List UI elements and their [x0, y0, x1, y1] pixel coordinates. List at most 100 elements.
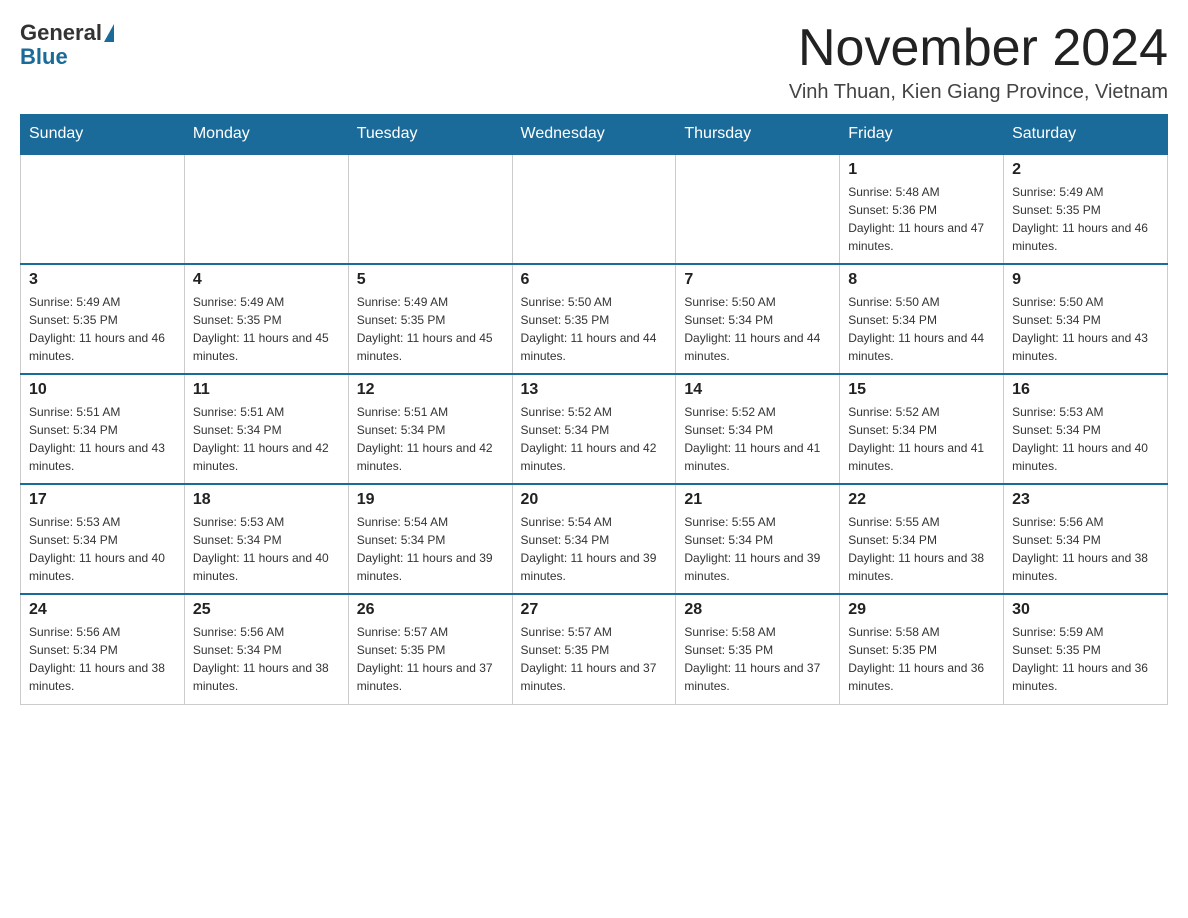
calendar-cell: 29Sunrise: 5:58 AM Sunset: 5:35 PM Dayli…	[840, 594, 1004, 704]
day-info: Sunrise: 5:50 AM Sunset: 5:34 PM Dayligh…	[684, 293, 831, 365]
column-header-sunday: Sunday	[21, 115, 185, 155]
day-info: Sunrise: 5:54 AM Sunset: 5:34 PM Dayligh…	[357, 513, 504, 585]
day-number: 14	[684, 381, 831, 399]
day-number: 12	[357, 381, 504, 399]
calendar-cell: 6 Sunrise: 5:50 AM Sunset: 5:35 PM Daylig…	[512, 264, 676, 374]
calendar-header-row: SundayMondayTuesdayWednesdayThursdayFrid…	[21, 115, 1168, 155]
calendar-table: SundayMondayTuesdayWednesdayThursdayFrid…	[20, 114, 1168, 705]
day-number: 4	[193, 271, 340, 289]
logo: General Blue	[20, 20, 116, 70]
calendar-cell: 10Sunrise: 5:51 AM Sunset: 5:34 PM Dayli…	[21, 374, 185, 484]
day-number: 24	[29, 601, 176, 619]
page-header: General Blue November 2024 Vinh Thuan, K…	[20, 20, 1168, 104]
day-number: 9	[1012, 271, 1159, 289]
calendar-week-3: 10 Sunrise: 5:51 AM Sunset: 5:34 PM Dayli…	[21, 374, 1168, 484]
day-number: 6	[521, 271, 668, 289]
calendar-cell	[676, 154, 840, 264]
day-info: Sunrise: 5:48 AM Sunset: 5:36 PM Dayligh…	[848, 183, 995, 255]
day-number: 7	[684, 271, 831, 289]
calendar-cell: 26 Sunrise: 5:57 AM Sunset: 5:35 PM Dayli…	[348, 594, 512, 704]
calendar-cell: 22 Sunrise: 5:55 AM Sunset: 5:34 PM Dayli…	[840, 484, 1004, 594]
calendar-week-2: 3Sunrise: 5:49 AM Sunset: 5:35 PM Daylig…	[21, 264, 1168, 374]
day-number: 2	[1012, 161, 1159, 179]
day-info: Sunrise: 5:56 AM Sunset: 5:34 PM Dayligh…	[1012, 513, 1159, 585]
day-info: Sunrise: 5:49 AM Sunset: 5:35 PM Dayligh…	[357, 293, 504, 365]
day-number: 18	[193, 491, 340, 509]
day-number: 22	[848, 491, 995, 509]
day-info: Sunrise: 5:50 AM Sunset: 5:34 PM Dayligh…	[848, 293, 995, 365]
calendar-cell: 28 Sunrise: 5:58 AM Sunset: 5:35 PM Dayli…	[676, 594, 840, 704]
calendar-cell: 19 Sunrise: 5:54 AM Sunset: 5:34 PM Dayli…	[348, 484, 512, 594]
day-number: 27	[521, 601, 668, 619]
day-info: Sunrise: 5:52 AM Sunset: 5:34 PM Dayligh…	[684, 403, 831, 475]
day-info: Sunrise: 5:58 AM Sunset: 5:35 PM Dayligh…	[684, 623, 831, 695]
calendar-cell: 7 Sunrise: 5:50 AM Sunset: 5:34 PM Daylig…	[676, 264, 840, 374]
logo-triangle-icon	[104, 24, 114, 42]
column-header-thursday: Thursday	[676, 115, 840, 155]
day-number: 10	[29, 381, 176, 399]
day-number: 13	[521, 381, 668, 399]
column-header-wednesday: Wednesday	[512, 115, 676, 155]
day-number: 15	[848, 381, 995, 399]
calendar-cell: 2 Sunrise: 5:49 AM Sunset: 5:35 PM Daylig…	[1004, 154, 1168, 264]
day-info: Sunrise: 5:50 AM Sunset: 5:34 PM Dayligh…	[1012, 293, 1159, 365]
calendar-week-5: 24 Sunrise: 5:56 AM Sunset: 5:34 PM Dayli…	[21, 594, 1168, 704]
calendar-week-4: 17 Sunrise: 5:53 AM Sunset: 5:34 PM Dayli…	[21, 484, 1168, 594]
day-number: 1	[848, 161, 995, 179]
day-info: Sunrise: 5:56 AM Sunset: 5:34 PM Dayligh…	[29, 623, 176, 695]
day-number: 16	[1012, 381, 1159, 399]
day-info: Sunrise: 5:53 AM Sunset: 5:34 PM Dayligh…	[1012, 403, 1159, 475]
day-number: 28	[684, 601, 831, 619]
calendar-cell: 8 Sunrise: 5:50 AM Sunset: 5:34 PM Daylig…	[840, 264, 1004, 374]
calendar-cell: 4 Sunrise: 5:49 AM Sunset: 5:35 PM Daylig…	[184, 264, 348, 374]
calendar-cell: 5 Sunrise: 5:49 AM Sunset: 5:35 PM Daylig…	[348, 264, 512, 374]
day-number: 21	[684, 491, 831, 509]
calendar-cell: 1 Sunrise: 5:48 AM Sunset: 5:36 PM Daylig…	[840, 154, 1004, 264]
calendar-cell	[348, 154, 512, 264]
day-info: Sunrise: 5:51 AM Sunset: 5:34 PM Dayligh…	[357, 403, 504, 475]
calendar-cell: 30 Sunrise: 5:59 AM Sunset: 5:35 PM Dayli…	[1004, 594, 1168, 704]
day-info: Sunrise: 5:57 AM Sunset: 5:35 PM Dayligh…	[521, 623, 668, 695]
column-header-tuesday: Tuesday	[348, 115, 512, 155]
logo-blue-text: Blue	[20, 44, 68, 70]
calendar-cell: 15 Sunrise: 5:52 AM Sunset: 5:34 PM Dayli…	[840, 374, 1004, 484]
day-number: 5	[357, 271, 504, 289]
calendar-cell: 9 Sunrise: 5:50 AM Sunset: 5:34 PM Daylig…	[1004, 264, 1168, 374]
day-info: Sunrise: 5:52 AM Sunset: 5:34 PM Dayligh…	[521, 403, 668, 475]
day-info: Sunrise: 5:57 AM Sunset: 5:35 PM Dayligh…	[357, 623, 504, 695]
day-number: 17	[29, 491, 176, 509]
day-info: Sunrise: 5:50 AM Sunset: 5:35 PM Dayligh…	[521, 293, 668, 365]
day-number: 29	[848, 601, 995, 619]
calendar-cell: 18 Sunrise: 5:53 AM Sunset: 5:34 PM Dayli…	[184, 484, 348, 594]
day-number: 8	[848, 271, 995, 289]
calendar-cell	[512, 154, 676, 264]
day-info: Sunrise: 5:53 AM Sunset: 5:34 PM Dayligh…	[193, 513, 340, 585]
day-info: Sunrise: 5:54 AM Sunset: 5:34 PM Dayligh…	[521, 513, 668, 585]
calendar-cell: 23 Sunrise: 5:56 AM Sunset: 5:34 PM Dayli…	[1004, 484, 1168, 594]
calendar-cell: 14 Sunrise: 5:52 AM Sunset: 5:34 PM Dayli…	[676, 374, 840, 484]
day-info: Sunrise: 5:52 AM Sunset: 5:34 PM Dayligh…	[848, 403, 995, 475]
calendar-cell: 20Sunrise: 5:54 AM Sunset: 5:34 PM Dayli…	[512, 484, 676, 594]
day-number: 23	[1012, 491, 1159, 509]
day-number: 30	[1012, 601, 1159, 619]
day-info: Sunrise: 5:59 AM Sunset: 5:35 PM Dayligh…	[1012, 623, 1159, 695]
logo-general-text: General	[20, 20, 102, 46]
calendar-cell: 17Sunrise: 5:53 AM Sunset: 5:34 PM Dayli…	[21, 484, 185, 594]
calendar-cell: 11Sunrise: 5:51 AM Sunset: 5:34 PM Dayli…	[184, 374, 348, 484]
day-info: Sunrise: 5:55 AM Sunset: 5:34 PM Dayligh…	[684, 513, 831, 585]
calendar-cell: 24 Sunrise: 5:56 AM Sunset: 5:34 PM Dayli…	[21, 594, 185, 704]
column-header-friday: Friday	[840, 115, 1004, 155]
day-info: Sunrise: 5:55 AM Sunset: 5:34 PM Dayligh…	[848, 513, 995, 585]
calendar-week-1: 1 Sunrise: 5:48 AM Sunset: 5:36 PM Daylig…	[21, 154, 1168, 264]
calendar-cell: 12 Sunrise: 5:51 AM Sunset: 5:34 PM Dayli…	[348, 374, 512, 484]
day-info: Sunrise: 5:49 AM Sunset: 5:35 PM Dayligh…	[1012, 183, 1159, 255]
title-section: November 2024 Vinh Thuan, Kien Giang Pro…	[789, 20, 1168, 104]
main-title: November 2024	[789, 20, 1168, 77]
day-number: 19	[357, 491, 504, 509]
day-number: 26	[357, 601, 504, 619]
calendar-cell	[184, 154, 348, 264]
calendar-cell: 13 Sunrise: 5:52 AM Sunset: 5:34 PM Dayli…	[512, 374, 676, 484]
calendar-cell: 16 Sunrise: 5:53 AM Sunset: 5:34 PM Dayli…	[1004, 374, 1168, 484]
day-info: Sunrise: 5:49 AM Sunset: 5:35 PM Dayligh…	[29, 293, 176, 365]
day-info: Sunrise: 5:49 AM Sunset: 5:35 PM Dayligh…	[193, 293, 340, 365]
